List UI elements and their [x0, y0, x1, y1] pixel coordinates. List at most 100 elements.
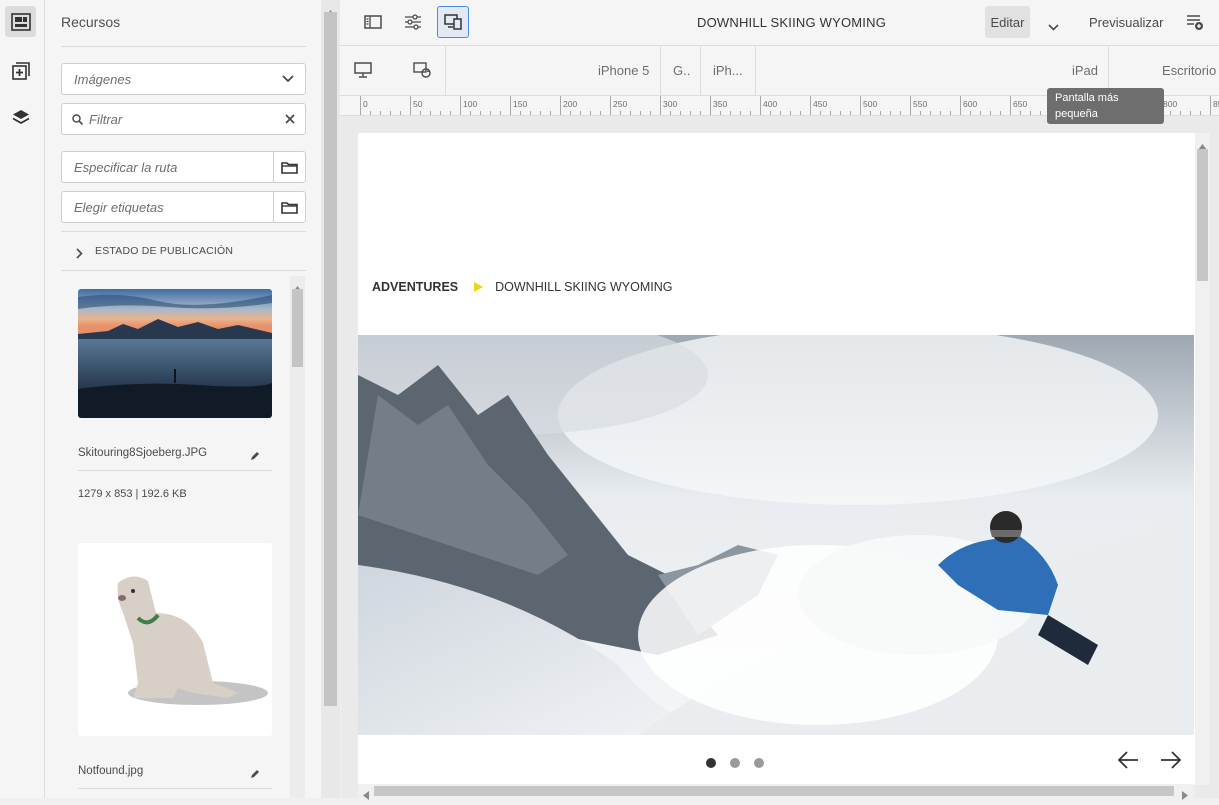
- divider: [61, 270, 306, 271]
- panel-scrollbar[interactable]: [321, 0, 340, 798]
- ruler-label: 150: [513, 99, 528, 109]
- ruler-tick: [980, 111, 981, 115]
- page-information-icon[interactable]: [1186, 13, 1204, 36]
- ruler-label: 400: [763, 99, 778, 109]
- tags-input[interactable]: Elegir etiquetas: [62, 200, 273, 215]
- toggle-side-panel-icon[interactable]: [357, 6, 389, 38]
- path-field[interactable]: Especificar la ruta: [61, 151, 306, 183]
- ruler-tick: [600, 111, 601, 115]
- ruler-tick: [460, 96, 461, 115]
- path-input[interactable]: Especificar la ruta: [62, 160, 273, 175]
- scroll-thumb[interactable]: [292, 289, 303, 367]
- carousel-dot-3[interactable]: [754, 758, 764, 768]
- ruler-tick: [620, 111, 621, 115]
- carousel-dot-1[interactable]: [706, 758, 716, 768]
- ruler-tick: [400, 111, 401, 115]
- tags-field[interactable]: Elegir etiquetas: [61, 191, 306, 223]
- ruler-tick: [710, 96, 711, 115]
- canvas-horizontal-scrollbar[interactable]: [358, 784, 1194, 800]
- device-iphone[interactable]: iPh...: [713, 63, 743, 78]
- components-icon[interactable]: [5, 55, 36, 86]
- content-tree-icon[interactable]: [5, 102, 36, 133]
- scroll-right-icon[interactable]: [1182, 787, 1188, 805]
- ruler-tick: [550, 111, 551, 115]
- assets-panel: Recursos Imágenes Filtrar Especificar la…: [45, 0, 321, 798]
- ruler-tick: [380, 111, 381, 115]
- breadcrumb-parent[interactable]: ADVENTURES: [372, 280, 458, 294]
- ruler-tick: [470, 111, 471, 115]
- tooltip: Pantalla más pequeña: [1047, 88, 1164, 124]
- ruler-label: 600: [963, 99, 978, 109]
- ruler-tick: [1020, 111, 1021, 115]
- ruler-tick: [950, 111, 951, 115]
- ruler-label: 200: [563, 99, 578, 109]
- asset-thumbnail-lake[interactable]: [78, 289, 272, 418]
- ruler-tick: [360, 96, 361, 115]
- asset-name: Skitouring8Sjoeberg.JPG: [78, 447, 208, 459]
- folder-icon[interactable]: [273, 192, 305, 222]
- edit-mode-button[interactable]: Editar: [985, 6, 1030, 38]
- page-properties-icon[interactable]: [397, 6, 429, 38]
- ruler-tick: [830, 111, 831, 115]
- scroll-left-icon[interactable]: [363, 787, 369, 805]
- filter-input[interactable]: Filtrar: [83, 112, 275, 127]
- ruler-tick: [930, 111, 931, 115]
- clear-icon[interactable]: [275, 114, 305, 124]
- rotate-device-icon[interactable]: [413, 62, 432, 84]
- ruler-label: 250: [613, 99, 628, 109]
- ruler-tick: [940, 111, 941, 115]
- ruler-tick: [870, 111, 871, 115]
- ruler-tick: [610, 96, 611, 115]
- ruler-tick: [520, 111, 521, 115]
- ruler-tick: [590, 111, 591, 115]
- search-icon: [62, 113, 83, 125]
- page-scrollbar[interactable]: [1195, 133, 1210, 785]
- ruler-tick: [800, 111, 801, 115]
- ruler-label: 100: [463, 99, 478, 109]
- carousel-dot-2[interactable]: [730, 758, 740, 768]
- scroll-thumb[interactable]: [374, 786, 1174, 796]
- ruler-tick: [580, 111, 581, 115]
- ruler-tick: [840, 111, 841, 115]
- edit-pencil-icon[interactable]: [250, 448, 260, 466]
- device-ipad[interactable]: iPad: [1072, 63, 1098, 78]
- divider: [78, 788, 272, 789]
- filter-field[interactable]: Filtrar: [61, 103, 306, 135]
- ruler-tick: [440, 111, 441, 115]
- emulator-toggle-icon[interactable]: [437, 6, 469, 38]
- ruler-label: 50: [413, 99, 423, 109]
- device-desktop[interactable]: Escritorio: [1162, 63, 1216, 78]
- chevron-right-icon[interactable]: [76, 246, 83, 264]
- arrow-right-icon[interactable]: [1160, 750, 1182, 775]
- asset-type-select[interactable]: Imágenes: [61, 63, 306, 95]
- scroll-thumb[interactable]: [1197, 149, 1208, 281]
- ruler-label: 800: [1163, 99, 1178, 109]
- assets-icon[interactable]: [5, 6, 36, 37]
- ruler-tick: [1180, 111, 1181, 115]
- arrow-left-icon[interactable]: [1117, 750, 1139, 775]
- ruler-tick: [410, 96, 411, 115]
- asset-thumbnail-dog[interactable]: [78, 543, 272, 736]
- edit-pencil-icon[interactable]: [250, 766, 260, 784]
- divider: [755, 46, 756, 96]
- preview-button[interactable]: Previsualizar: [1089, 15, 1163, 30]
- ruler-tick: [780, 111, 781, 115]
- ruler-tick: [820, 111, 821, 115]
- ruler-tick: [630, 111, 631, 115]
- ruler-tick: [960, 96, 961, 115]
- publication-status-toggle[interactable]: ESTADO DE PUBLICACIÓN: [95, 245, 233, 257]
- chevron-down-icon[interactable]: [1048, 18, 1059, 36]
- ruler-tick: [1010, 96, 1011, 115]
- scroll-thumb[interactable]: [324, 12, 337, 706]
- ruler-tick: [1200, 111, 1201, 115]
- device-galaxy[interactable]: G..: [673, 63, 690, 78]
- ruler-tick: [700, 111, 701, 115]
- folder-icon[interactable]: [273, 152, 305, 182]
- panel-title: Recursos: [61, 14, 121, 30]
- asset-list-scrollbar[interactable]: [290, 276, 305, 798]
- device-iphone5[interactable]: iPhone 5: [598, 63, 649, 78]
- desktop-icon[interactable]: [354, 62, 372, 83]
- breadcrumb: ADVENTURES DOWNHILL SKIING WYOMING: [372, 280, 672, 294]
- ruler-tick: [430, 111, 431, 115]
- ruler-label: 550: [913, 99, 928, 109]
